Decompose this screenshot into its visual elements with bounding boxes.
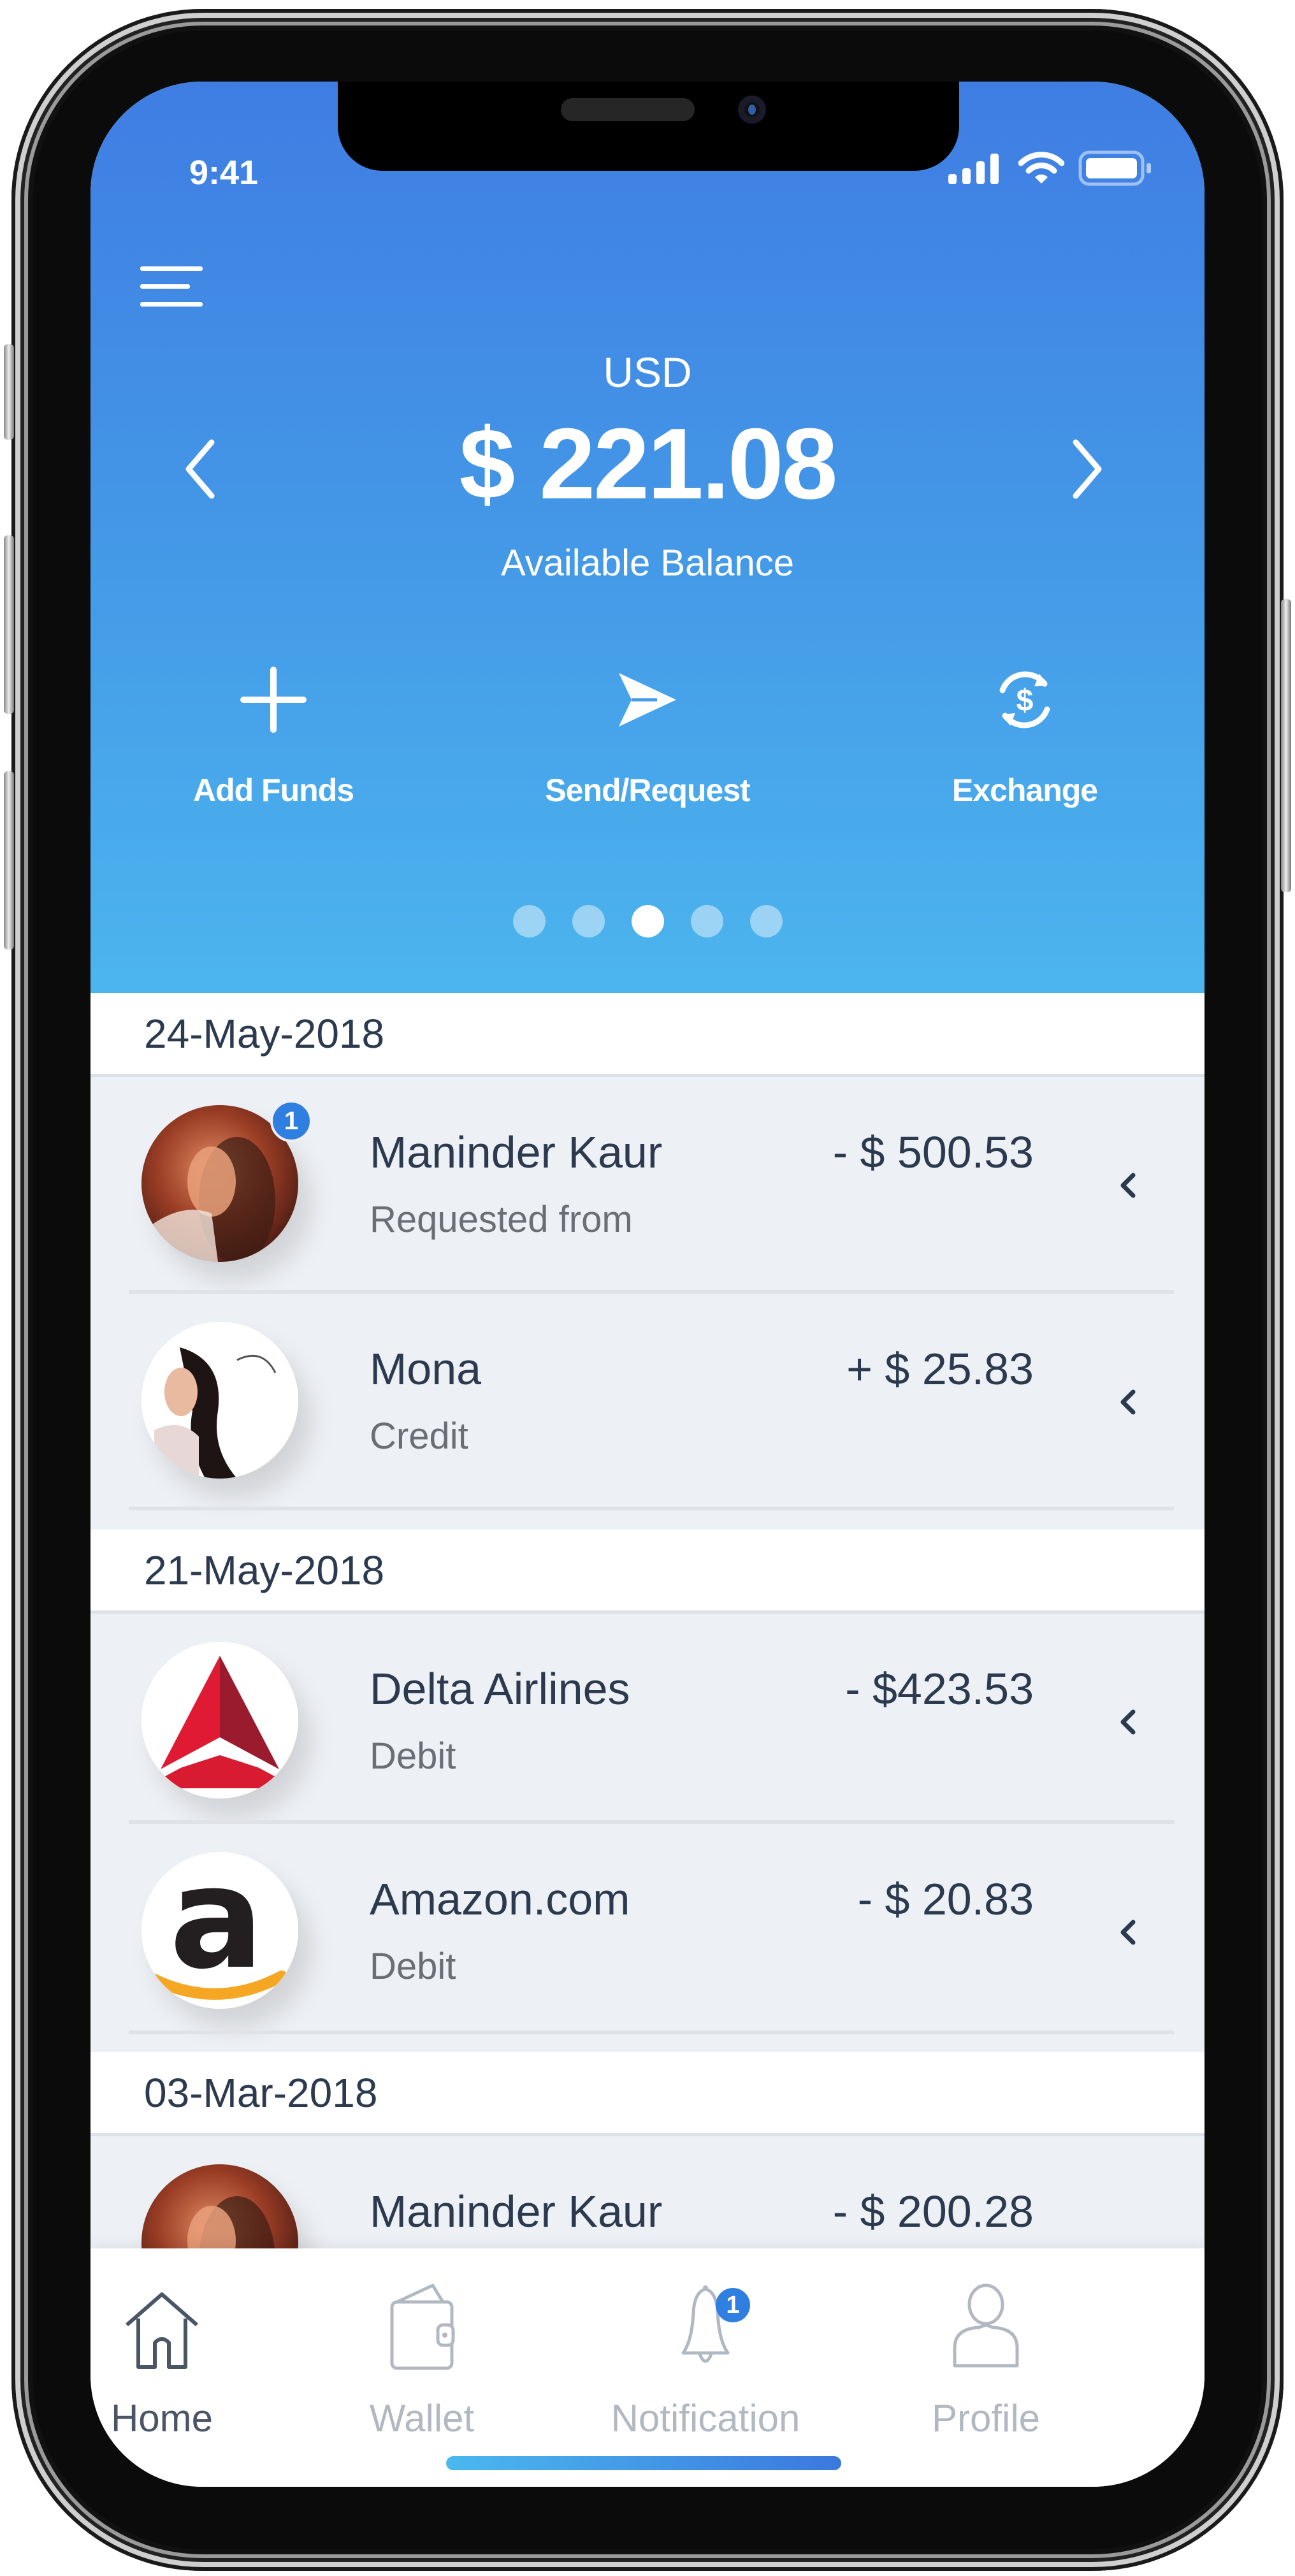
date-header: 03-Mar-2018 (90, 2034, 1205, 2136)
currency-exchange-icon: $ (999, 671, 1050, 728)
next-currency-button[interactable] (1058, 431, 1115, 507)
date-header: 21-May-2018 (90, 1510, 1205, 1614)
tab-wallet[interactable]: Wallet (307, 2276, 537, 2440)
send-icon (619, 673, 676, 727)
chevron-left-icon[interactable] (1115, 1166, 1141, 1205)
transaction-name: Delta Airlines (370, 1664, 630, 1714)
volume-down-button (4, 771, 14, 950)
transaction-row[interactable]: 1 Maninder Kaur Requested from - $ 500.5… (90, 1077, 1205, 1294)
status-time: 9:41 (189, 154, 259, 192)
amazon-logo: a (141, 1852, 298, 2009)
volume-up-button (4, 535, 14, 714)
avatar-mona (141, 1322, 298, 1479)
wallet-icon (390, 2283, 455, 2370)
signal-bars-icon (948, 154, 999, 184)
row-divider (129, 1507, 1174, 1510)
device-notch (338, 82, 959, 171)
exchange-button[interactable]: $ Exchange (897, 658, 1152, 809)
tab-notification[interactable]: 1 Notification (591, 2276, 820, 2440)
transaction-row[interactable]: Delta Airlines Debit - $423.53 (90, 1614, 1205, 1824)
transaction-row[interactable]: a Amazon.com Debit - $ 20.83 (90, 1824, 1205, 2034)
battery-icon (1078, 150, 1151, 186)
transaction-list: 24-May-2018 1 Maninder Kaur Requested fr… (90, 993, 1205, 2347)
transaction-amount: - $ 500.53 (832, 1127, 1034, 1177)
delta-airlines-logo (141, 1642, 298, 1798)
page-dot-4[interactable] (690, 905, 723, 937)
app-screen: 9:41 USD $ 221.08 Available Balance Add … (90, 82, 1205, 2487)
transaction-amount: - $ 20.83 (857, 1874, 1034, 1924)
mute-switch (4, 344, 14, 440)
balance-amount: $ 221.08 (459, 408, 837, 520)
user-icon (953, 2283, 1019, 2368)
chevron-left-icon[interactable] (1115, 1703, 1141, 1741)
chevron-right-icon (1073, 439, 1102, 499)
transaction-name: Amazon.com (370, 1874, 630, 1924)
transaction-type: Credit (370, 1415, 468, 1457)
transaction-amount: - $423.53 (845, 1664, 1034, 1714)
quick-actions: Add Funds Send/Request $ Exchange (90, 658, 1205, 850)
tab-profile[interactable]: Profile (871, 2276, 1101, 2440)
bottom-tab-bar: Home Wallet 1 Notification Profile (90, 2248, 1205, 2487)
wifi-icon (1018, 152, 1064, 184)
tab-profile-label: Profile (931, 2397, 1041, 2440)
balance-header: 9:41 USD $ 221.08 Available Balance Add … (90, 82, 1205, 993)
page-dot-2[interactable] (572, 905, 605, 937)
tab-notification-label: Notification (611, 2397, 800, 2440)
send-request-label: Send/Request (545, 772, 750, 808)
tab-wallet-label: Wallet (369, 2397, 475, 2440)
home-indicator[interactable] (446, 2456, 841, 2470)
add-funds-label: Add Funds (192, 772, 354, 808)
page-indicator (90, 905, 1205, 937)
page-dot-1[interactable] (512, 905, 546, 937)
currency-label: USD (603, 349, 692, 396)
power-button (1281, 599, 1291, 892)
plus-icon (240, 667, 307, 733)
notification-count-badge: 1 (716, 2288, 750, 2322)
send-request-button[interactable]: Send/Request (520, 658, 775, 809)
transaction-name: Mona (370, 1344, 482, 1394)
delta-logo (141, 1642, 298, 1798)
transaction-type: Requested from (370, 1199, 633, 1240)
tab-home[interactable]: Home (90, 2276, 277, 2440)
amazon-logo-mark: a (141, 1852, 298, 2009)
transaction-name: Maninder Kaur (370, 2187, 663, 2236)
transaction-name: Maninder Kaur (370, 1127, 663, 1177)
chevron-left-icon[interactable] (1115, 1383, 1141, 1421)
tab-home-label: Home (110, 2397, 213, 2440)
svg-text:a: a (170, 1852, 264, 2000)
balance-label: Available Balance (500, 542, 795, 584)
notification-badge: 1 (270, 1100, 312, 1142)
chevron-left-icon (185, 439, 215, 499)
user-photo (141, 1322, 298, 1479)
svg-text:$: $ (1016, 684, 1034, 718)
chevron-left-icon[interactable] (1115, 1913, 1141, 1951)
add-funds-button[interactable]: Add Funds (146, 658, 401, 809)
transaction-row[interactable]: Mona Credit + $ 25.83 (90, 1294, 1205, 1510)
transaction-amount: - $ 200.28 (832, 2187, 1034, 2236)
row-divider (129, 2030, 1174, 2034)
transaction-amount: + $ 25.83 (846, 1344, 1034, 1394)
home-icon (126, 2292, 198, 2369)
date-header: 24-May-2018 (90, 993, 1205, 1077)
hamburger-menu-icon[interactable] (140, 266, 204, 311)
previous-currency-button[interactable] (172, 431, 229, 507)
page-dot-3-active[interactable] (631, 905, 664, 937)
speaker-grille (561, 98, 695, 121)
status-icons (947, 150, 1154, 186)
transaction-type: Debit (370, 1946, 456, 1987)
transaction-type: Debit (370, 1735, 456, 1777)
exchange-label: Exchange (951, 772, 1098, 808)
front-camera (738, 96, 766, 124)
page-dot-5[interactable] (749, 905, 783, 937)
